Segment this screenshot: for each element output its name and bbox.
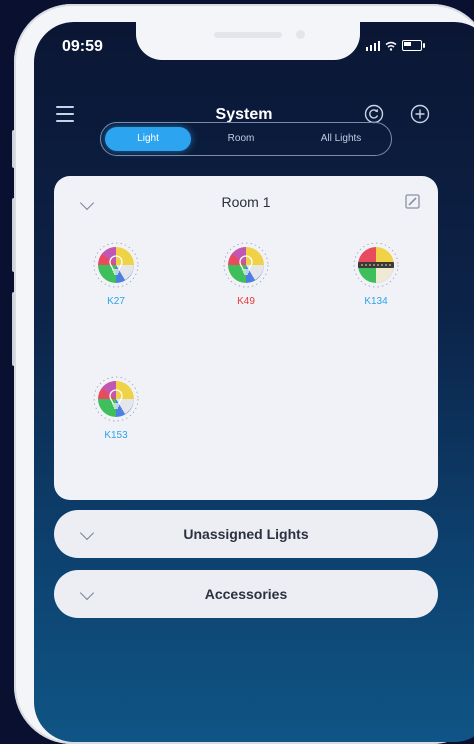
light-item[interactable]: K153 (71, 376, 161, 441)
add-icon[interactable] (410, 104, 430, 124)
light-item[interactable]: K27 (71, 242, 161, 307)
light-label: K134 (364, 296, 388, 307)
tab-light[interactable]: Light (105, 127, 191, 151)
speaker (214, 32, 282, 38)
camera (296, 30, 305, 39)
light-label: K153 (104, 430, 128, 441)
rgbw-bulb-icon (93, 242, 139, 288)
light-item[interactable]: K49 (201, 242, 291, 307)
status-time: 09:59 (62, 38, 103, 55)
section-title: Unassigned Lights (183, 526, 309, 542)
section-unassigned-lights[interactable]: Unassigned Lights (54, 510, 438, 558)
rgbw-bulb-icon (93, 376, 139, 422)
section-accessories[interactable]: Accessories (54, 570, 438, 618)
light-item[interactable]: K134 (331, 242, 421, 307)
tab-room[interactable]: Room (191, 127, 291, 151)
battery-icon (402, 40, 425, 51)
edit-icon[interactable] (405, 194, 420, 209)
section-title: Accessories (204, 586, 288, 602)
light-label: K27 (107, 296, 125, 307)
rgbw-bulb-icon (223, 242, 269, 288)
view-tabs: Light Room All Lights (100, 122, 392, 156)
rgbw-strip-icon (353, 242, 399, 288)
room-title: Room 1 (221, 194, 271, 210)
status-icons (366, 40, 425, 51)
signal-icon (366, 40, 380, 51)
light-label: K49 (237, 296, 255, 307)
refresh-icon[interactable] (364, 104, 384, 124)
wifi-icon (385, 41, 397, 51)
notch (136, 22, 360, 60)
app-screen: 09:59 System Light Room All Lights Room (34, 22, 474, 742)
room-card: Room 1 K27 K49 K134 K153 (54, 176, 438, 500)
room-header[interactable]: Room 1 (54, 194, 438, 214)
tab-all-lights[interactable]: All Lights (291, 127, 391, 151)
